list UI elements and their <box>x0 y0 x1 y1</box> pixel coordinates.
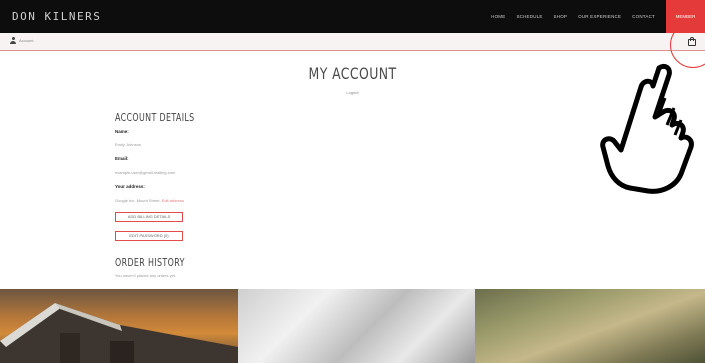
edit-address-link[interactable]: Edit address <box>162 198 184 203</box>
order-history-heading: ORDER HISTORY <box>115 256 185 269</box>
name-label: Name: <box>115 129 129 134</box>
name-value: Emily Johnson <box>115 142 142 147</box>
nav-item-contact[interactable]: CONTACT <box>632 14 655 19</box>
brand-logo[interactable]: DON KILNERS <box>12 10 101 23</box>
address-value: Google Inc. Mount Street, Edit address <box>115 198 184 203</box>
nav-item-shop[interactable]: SHOP <box>554 14 568 19</box>
house-photo <box>0 289 238 363</box>
plant-photo <box>475 289 705 363</box>
address-text: Google Inc. Mount Street, <box>115 198 162 203</box>
account-details-heading: ACCOUNT DETAILS <box>115 111 195 124</box>
account-subbar: Account <box>0 33 705 51</box>
email-label: Email: <box>115 156 129 161</box>
main-nav: HOME SCHEDULE SHOP OUR EXPERIENCE CONTAC… <box>491 0 705 33</box>
shirt-photo <box>238 289 475 363</box>
page-title: MY ACCOUNT <box>308 64 397 83</box>
account-link[interactable]: Account <box>10 37 33 44</box>
footer-photo-strip <box>0 289 705 363</box>
nav-item-home[interactable]: HOME <box>491 14 505 19</box>
account-link-label: Account <box>19 38 34 43</box>
address-label: Your address: <box>115 184 145 189</box>
order-history-empty: You haven't placed any orders yet. <box>115 273 177 278</box>
user-icon <box>10 37 16 44</box>
nav-item-schedule[interactable]: SCHEDULE <box>516 14 542 19</box>
edit-password-button[interactable]: EDIT PASSWORD (0) <box>115 231 183 241</box>
pointing-hand-icon <box>600 63 694 194</box>
top-navigation-bar: DON KILNERS HOME SCHEDULE SHOP OUR EXPER… <box>0 0 705 33</box>
house-roof-graphic <box>0 303 238 363</box>
add-billing-details-button[interactable]: ADD BILLING DETAILS <box>115 212 183 222</box>
nav-item-our-experience[interactable]: OUR EXPERIENCE <box>578 14 621 19</box>
email-value: example.user@gmail-mailing.com <box>115 170 176 175</box>
